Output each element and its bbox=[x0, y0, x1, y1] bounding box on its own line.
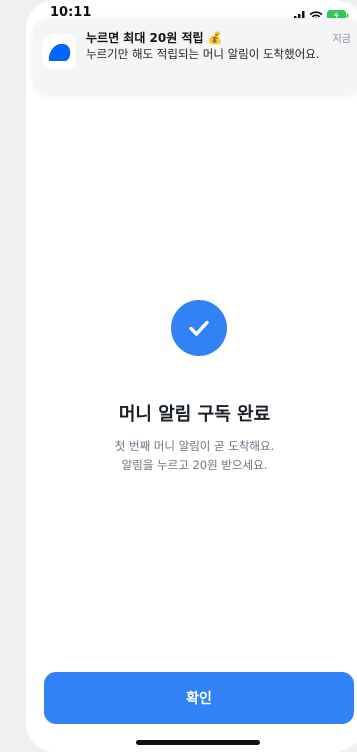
toss-icon bbox=[48, 43, 71, 61]
notification-title: 누르면 최대 20원 적립 💰 bbox=[86, 31, 223, 45]
app-icon bbox=[42, 35, 76, 69]
home-indicator[interactable] bbox=[136, 740, 260, 745]
confirm-button[interactable]: 확인 bbox=[44, 672, 354, 724]
check-circle bbox=[171, 300, 227, 356]
notification-body: 누르기만 해도 적립되는 머니 알림이 도착했어요. bbox=[86, 47, 320, 61]
description: 첫 번째 머니 알림이 곧 도착해요. 알림을 누르고 20원 받으세요. bbox=[26, 437, 357, 475]
check-icon bbox=[189, 320, 209, 336]
description-line-2: 알림을 누르고 20원 받으세요. bbox=[121, 458, 268, 472]
description-line-1: 첫 번째 머니 알림이 곧 도착해요. bbox=[114, 439, 275, 453]
phone-screen: 10:11 누르면 최대 20원 적립 💰 지금 누르기만 해도 적립되는 머니… bbox=[26, 0, 357, 752]
page-title: 머니 알림 구독 완료 bbox=[118, 404, 271, 425]
notification-time: 지금 bbox=[332, 34, 351, 45]
push-notification[interactable]: 누르면 최대 20원 적립 💰 지금 누르기만 해도 적립되는 머니 알림이 도… bbox=[34, 18, 357, 93]
